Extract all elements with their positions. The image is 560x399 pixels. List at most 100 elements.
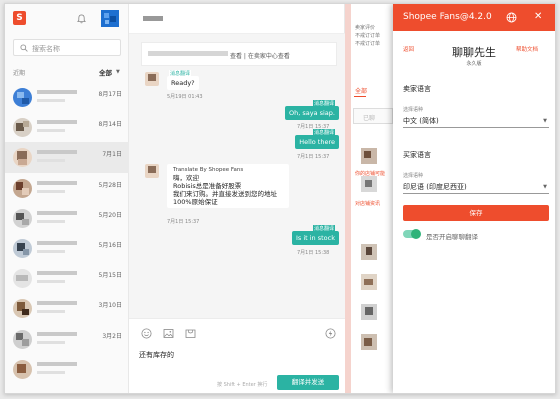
search-input[interactable]: 搜索名称 [13, 39, 121, 56]
message-composer: 还有库存的 按 Shift + Enter 换行 翻译并发送 [129, 318, 345, 393]
conversation-date: 7月1日 [102, 151, 122, 159]
quick-reply-icon[interactable] [325, 328, 336, 339]
masked-name [37, 301, 77, 306]
avatar [13, 359, 32, 379]
conversation-date: 5月15日 [98, 272, 122, 280]
conversation-item[interactable]: 5月15日 [5, 263, 129, 293]
buyer-language-value: 印尼语 (印度尼西亚) [403, 183, 467, 191]
translate-toggle[interactable] [403, 229, 421, 239]
avatar [13, 88, 32, 107]
background-page: 卖家评价 不戒订订单 不戒订订单 全部 已聊 你的店铺可能 对店铺资讯 [345, 4, 393, 393]
avatar [13, 208, 32, 228]
message-line: 我们来订购。并直接发送到您的地址 [173, 190, 277, 198]
image-icon[interactable] [163, 328, 174, 339]
message-bubble: Is it in stock [291, 231, 339, 245]
message-line: 嗨，欢迎 [173, 174, 199, 182]
message-bubble: Ready? [167, 76, 199, 90]
recent-label: 近期 [13, 70, 26, 77]
avatar [13, 269, 32, 289]
globe-icon[interactable] [506, 12, 517, 23]
masked-snippet [37, 310, 65, 314]
user-avatar[interactable] [101, 10, 119, 27]
page-edge [345, 4, 351, 393]
conversation-sidebar: S 搜索名称 近期 全部 ▼ 8月17日 8月14日 7月1日 5月28日 5月… [5, 4, 129, 393]
conversation-filter-row: 近期 全部 ▼ [5, 66, 129, 78]
toggle-knob [411, 229, 421, 239]
translate-send-button[interactable]: 翻译并发送 [277, 375, 339, 390]
bg-tab-all[interactable]: 全部 [355, 86, 367, 95]
chat-panel: 查看 | 在卖家中心查看 消息翻译 Ready? 5月19日 01:43 消息翻… [129, 4, 345, 393]
masked-name [37, 90, 77, 94]
avatar [13, 118, 32, 138]
filter-dropdown[interactable]: 全部 [99, 67, 112, 77]
seller-language-label: 选择语种 [403, 107, 424, 113]
conversation-item[interactable]: 3月10日 [5, 293, 129, 323]
masked-snippet [37, 249, 65, 253]
newline-hint: 按 Shift + Enter 换行 [217, 382, 268, 388]
extension-header: Shopee Fans@4.2.0 ✕ [393, 4, 555, 31]
translate-toggle-label: 是否开启聊聊翻译 [426, 233, 478, 241]
message-line: 100%原始保证 [173, 198, 218, 206]
message-input[interactable]: 还有库存的 [139, 350, 174, 360]
seller-language-select[interactable]: 中文 (简体) ▼ [403, 114, 549, 128]
masked-name [37, 361, 77, 366]
extension-panel: Shopee Fans@4.2.0 ✕ 返回 帮助文档 聊聊先生 永久版 卖家语… [393, 4, 555, 393]
avatar [13, 299, 32, 319]
avatar [13, 178, 32, 198]
masked-snippet [37, 340, 65, 344]
conversation-item[interactable]: 3月2日 [5, 324, 129, 354]
conversation-list: 8月17日 8月14日 7月1日 5月28日 5月20日 5月16日 5月15日… [5, 82, 129, 384]
message-area[interactable]: 查看 | 在卖家中心查看 消息翻译 Ready? 5月19日 01:43 消息翻… [129, 34, 345, 318]
avatar [361, 176, 377, 192]
seller-language-heading: 卖家语言 [403, 85, 431, 93]
save-button[interactable]: 保存 [403, 205, 549, 221]
brand-subtitle: 永久版 [466, 61, 482, 67]
avatar [361, 244, 377, 260]
avatar [145, 72, 159, 86]
masked-name [37, 210, 77, 215]
message-bubble: Hello there [295, 135, 339, 149]
product-icon[interactable] [185, 328, 196, 339]
close-icon[interactable]: ✕ [534, 11, 542, 22]
avatar [13, 238, 32, 258]
app-window: S 搜索名称 近期 全部 ▼ 8月17日 8月14日 7月1日 5月28日 5月… [4, 3, 556, 394]
conversation-item[interactable]: 8月17日 [5, 82, 129, 112]
conversation-date: 5月20日 [98, 211, 122, 219]
chevron-down-icon[interactable]: ▼ [116, 69, 120, 75]
avatar [361, 148, 377, 164]
bg-text: 卖家评价 [355, 25, 376, 31]
conversation-item[interactable]: 5月16日 [5, 233, 129, 263]
masked-name [37, 150, 77, 155]
masked-snippet [37, 159, 65, 163]
conversation-item-active[interactable]: 7月1日 [5, 142, 129, 173]
bg-text: 不戒订订单 [355, 33, 381, 39]
emoji-icon[interactable] [141, 328, 152, 339]
conversation-item[interactable]: 5月28日 [5, 173, 129, 203]
bg-search-input[interactable]: 已聊 [353, 108, 393, 124]
shopee-logo-icon[interactable]: S [13, 11, 26, 25]
conversation-date: 5月28日 [98, 181, 122, 189]
masked-name [37, 331, 77, 336]
avatar [361, 274, 377, 290]
search-placeholder: 搜索名称 [32, 45, 60, 53]
conversation-item[interactable] [5, 354, 129, 384]
buyer-language-select[interactable]: 印尼语 (印度尼西亚) ▼ [403, 180, 549, 194]
conversation-date: 5月16日 [98, 241, 122, 249]
order-card[interactable]: 查看 | 在卖家中心查看 [141, 42, 337, 66]
tab-underline [354, 96, 366, 97]
bg-promo-text: 对店铺资讯 [355, 201, 381, 207]
message-bubble: Translate By Shopee Fans 嗨，欢迎 Robisis总是准… [167, 164, 289, 208]
brand-title: 聊聊先生 [452, 46, 496, 59]
conversation-item[interactable]: 5月20日 [5, 203, 129, 233]
conversation-date: 3月2日 [102, 332, 122, 340]
translate-by-label: Translate By Shopee Fans [173, 167, 244, 173]
bell-icon[interactable] [77, 14, 86, 24]
conversation-date: 3月10日 [98, 302, 122, 310]
conversation-date: 8月14日 [98, 121, 122, 129]
masked-contact-name [143, 16, 163, 21]
order-card-link[interactable]: 查看 | 在卖家中心查看 [230, 51, 290, 60]
chat-header [129, 4, 345, 34]
conversation-item[interactable]: 8月14日 [5, 112, 129, 142]
avatar [13, 148, 32, 168]
masked-snippet [37, 189, 65, 193]
